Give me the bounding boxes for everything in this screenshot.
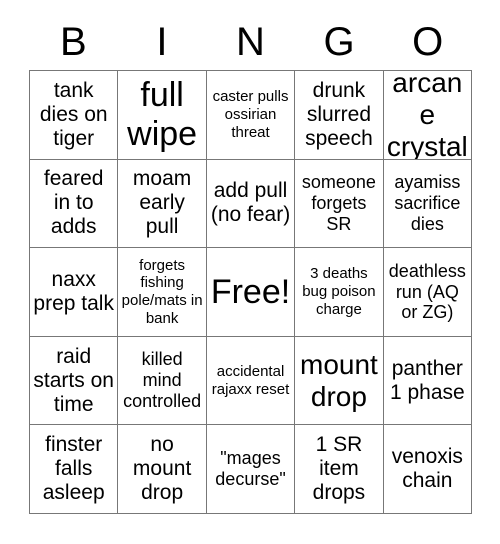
bingo-cell-text: 3 deaths bug poison charge <box>302 265 376 318</box>
bingo-cell-text: finster falls asleep <box>42 433 105 505</box>
bingo-header-letter-n: N <box>236 20 265 64</box>
bingo-cell[interactable]: killed mind controlled <box>118 336 207 426</box>
bingo-cell[interactable]: arcane crystal <box>383 71 473 160</box>
bingo-cell-text: mount drop <box>300 348 378 412</box>
bingo-cell-text: killed mind controlled <box>123 349 202 412</box>
bingo-row: feared in to adds moam early pull add pu… <box>30 159 473 249</box>
bingo-cell-text: naxx prep talk <box>33 268 114 315</box>
bingo-cell[interactable]: drunk slurred speech <box>295 71 384 160</box>
bingo-cell[interactable]: someone forgets SR <box>295 159 384 249</box>
bingo-cell-text: moam early pull <box>132 167 192 239</box>
bingo-header-letter-i: I <box>156 20 168 64</box>
bingo-cell-text: accidental rajaxx reset <box>211 362 290 398</box>
bingo-row: naxx prep talk forgets fishing pole/mats… <box>30 248 473 337</box>
bingo-cell[interactable]: raid starts on time <box>30 336 119 426</box>
bingo-header-letter-b: B <box>59 20 87 64</box>
bingo-card: B I N G O tank dies on tiger full wipe c… <box>29 14 473 514</box>
bingo-cell-text: full wipe <box>127 75 198 153</box>
bingo-cell-text: caster pulls ossirian threat <box>212 88 289 141</box>
bingo-cell-text: drunk slurred speech <box>305 78 373 150</box>
bingo-cell[interactable]: forgets fishing pole/mats in bank <box>118 248 207 337</box>
bingo-cell[interactable]: finster falls asleep <box>30 425 119 514</box>
bingo-cell[interactable]: 3 deaths bug poison charge <box>295 248 384 337</box>
bingo-cell-text: forgets fishing pole/mats in bank <box>121 256 203 327</box>
bingo-header-letter-o: O <box>412 20 444 64</box>
bingo-cell[interactable]: 1 SR item drops <box>295 425 384 514</box>
bingo-cell-text: deathless run (AQ or ZG) <box>388 260 466 323</box>
bingo-cell[interactable]: tank dies on tiger <box>30 71 119 160</box>
bingo-cell-text: someone forgets SR <box>301 172 376 234</box>
bingo-cell-text: no mount drop <box>132 433 192 505</box>
bingo-cell[interactable]: "mages decurse" <box>206 425 296 514</box>
bingo-cell[interactable]: deathless run (AQ or ZG) <box>383 248 473 337</box>
bingo-cell-text: venoxis chain <box>391 445 463 493</box>
bingo-cell-text: ayamiss sacrifice dies <box>394 172 461 234</box>
bingo-row: finster falls asleep no mount drop "mage… <box>30 425 473 514</box>
bingo-cell[interactable]: panther 1 phase <box>383 336 473 426</box>
bingo-cell[interactable]: feared in to adds <box>30 159 119 249</box>
bingo-cell[interactable]: naxx prep talk <box>30 248 119 337</box>
bingo-cell-text: add pull (no fear) <box>210 179 291 227</box>
bingo-cell-text: panther 1 phase <box>389 356 465 404</box>
bingo-cell-text: "mages decurse" <box>215 448 286 490</box>
bingo-cell[interactable]: add pull (no fear) <box>206 159 296 249</box>
bingo-cell-free[interactable]: Free! <box>206 248 296 337</box>
bingo-cell[interactable]: full wipe <box>118 71 207 160</box>
bingo-cell-text: arcane crystal <box>386 71 468 160</box>
bingo-cell[interactable]: moam early pull <box>118 159 207 249</box>
bingo-header-letter-g: G <box>323 20 355 64</box>
bingo-cell-text: 1 SR item drops <box>312 433 366 505</box>
bingo-cell[interactable]: mount drop <box>295 336 384 426</box>
bingo-cell-text: raid starts on time <box>33 344 114 416</box>
bingo-cell-text: feared in to adds <box>43 167 104 239</box>
bingo-cell-text: tank dies on tiger <box>39 78 108 150</box>
bingo-header-row: B I N G O <box>29 14 472 70</box>
bingo-cell[interactable]: caster pulls ossirian threat <box>206 71 296 160</box>
bingo-cell[interactable]: accidental rajaxx reset <box>206 336 296 426</box>
bingo-grid: tank dies on tiger full wipe caster pull… <box>29 70 473 514</box>
bingo-cell-text: Free! <box>210 272 291 311</box>
bingo-cell[interactable]: no mount drop <box>118 425 207 514</box>
bingo-cell[interactable]: venoxis chain <box>383 425 473 514</box>
bingo-row: tank dies on tiger full wipe caster pull… <box>30 71 473 160</box>
bingo-row: raid starts on time killed mind controll… <box>30 336 473 426</box>
bingo-cell[interactable]: ayamiss sacrifice dies <box>383 159 473 249</box>
